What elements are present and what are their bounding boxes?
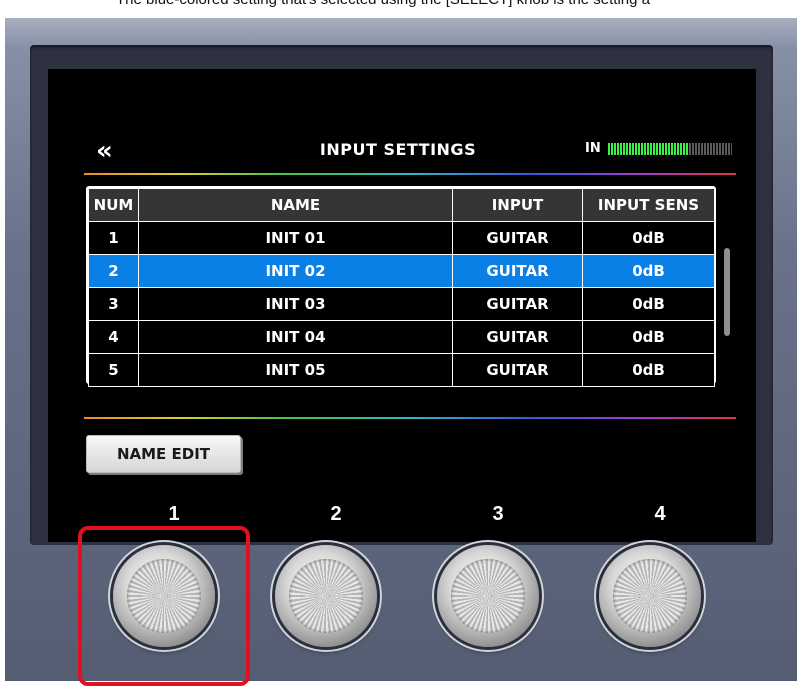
column-header-num: NUM bbox=[88, 188, 139, 222]
input-level-meter bbox=[608, 143, 732, 155]
knob-number-4: 4 bbox=[654, 503, 666, 525]
cell-input: GUITAR bbox=[452, 287, 583, 321]
column-header-input-sens: INPUT SENS bbox=[582, 188, 715, 222]
cell-name: INIT 02 bbox=[138, 254, 453, 288]
cell-num: 1 bbox=[88, 221, 139, 255]
knob-number-1: 1 bbox=[168, 503, 180, 525]
screen-title: INPUT SETTINGS bbox=[319, 140, 477, 159]
cell-name: INIT 04 bbox=[138, 320, 453, 354]
cell-input-sens: 0dB bbox=[582, 287, 715, 321]
cell-input: GUITAR bbox=[452, 353, 583, 387]
cell-input-sens: 0dB bbox=[582, 320, 715, 354]
instruction-caption: The blue-colored setting that's selected… bbox=[116, 0, 797, 13]
cell-input: GUITAR bbox=[452, 221, 583, 255]
cell-input-sens: 0dB bbox=[582, 254, 715, 288]
patch-table: NUM NAME INPUT INPUT SENS 1 INIT 01 GUIT… bbox=[86, 186, 716, 387]
cell-input-sens: 0dB bbox=[582, 353, 715, 387]
cell-name: INIT 05 bbox=[138, 353, 453, 387]
cell-name: INIT 03 bbox=[138, 287, 453, 321]
knob-2[interactable] bbox=[275, 545, 377, 647]
cell-input: GUITAR bbox=[452, 320, 583, 354]
knob-number-3: 3 bbox=[492, 503, 504, 525]
back-icon[interactable]: « bbox=[96, 138, 113, 164]
table-row[interactable]: 1 INIT 01 GUITAR 0dB bbox=[88, 221, 715, 255]
table-row[interactable]: 2 INIT 02 GUITAR 0dB bbox=[88, 254, 715, 288]
knob-1-highlight bbox=[78, 526, 250, 686]
table-row[interactable]: 3 INIT 03 GUITAR 0dB bbox=[88, 287, 715, 321]
table-row[interactable]: 5 INIT 05 GUITAR 0dB bbox=[88, 353, 715, 387]
column-header-input: INPUT bbox=[452, 188, 583, 222]
table-row[interactable]: 4 INIT 04 GUITAR 0dB bbox=[88, 320, 715, 354]
knob-3[interactable] bbox=[437, 545, 539, 647]
cell-num: 5 bbox=[88, 353, 139, 387]
top-divider bbox=[84, 173, 736, 175]
input-level-meter-fill bbox=[608, 143, 689, 155]
input-meter-label: IN bbox=[585, 141, 601, 156]
table-header-row: NUM NAME INPUT INPUT SENS bbox=[88, 188, 715, 222]
bottom-divider bbox=[84, 417, 736, 419]
cell-num: 2 bbox=[88, 254, 139, 288]
table-scrollbar[interactable] bbox=[724, 248, 730, 336]
cell-num: 4 bbox=[88, 320, 139, 354]
knob-number-2: 2 bbox=[330, 503, 342, 525]
cell-name: INIT 01 bbox=[138, 221, 453, 255]
cell-input-sens: 0dB bbox=[582, 221, 715, 255]
cell-num: 3 bbox=[88, 287, 139, 321]
display-screen: « INPUT SETTINGS IN NUM NAME INPUT INPUT… bbox=[48, 69, 756, 542]
knob-4[interactable] bbox=[599, 545, 701, 647]
cell-input: GUITAR bbox=[452, 254, 583, 288]
column-header-name: NAME bbox=[138, 188, 453, 222]
name-edit-button[interactable]: NAME EDIT bbox=[86, 435, 241, 473]
